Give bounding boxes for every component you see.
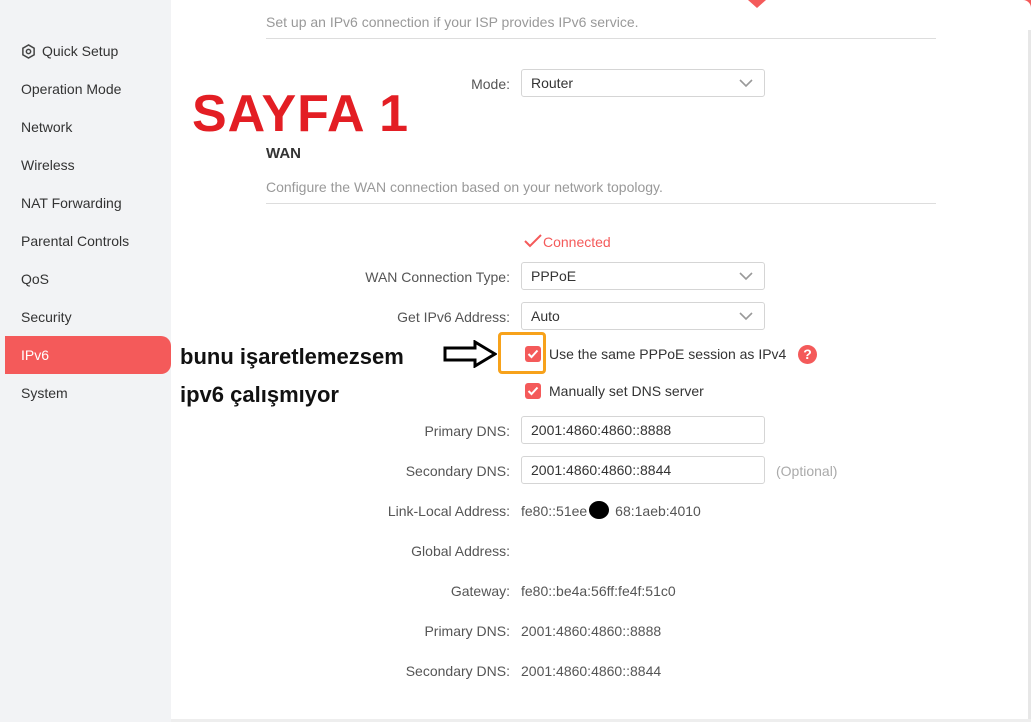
connection-status-text: Connected [543,234,611,250]
chevron-down-icon [739,272,753,281]
optional-hint: (Optional) [776,463,838,479]
mode-select[interactable]: Router [521,69,765,97]
get-ipv6-address-value: Auto [531,308,560,324]
link-local-part-b: 68:1aeb:4010 [615,503,701,519]
check-icon [524,234,542,248]
ipv6-description: Set up an IPv6 connection if your ISP pr… [266,14,639,30]
status-secondary-dns-label: Secondary DNS: [405,663,510,679]
connection-status: Connected [523,234,611,250]
wan-description: Configure the WAN connection based on yo… [266,179,663,195]
sidebar-item-operation-mode[interactable]: Operation Mode [5,70,171,108]
redaction-blot [589,501,609,519]
annotation-note-line1: bunu işaretlemezsem [180,344,404,369]
link-local-address-value: fe80::51ee 68:1aeb:4010 [521,503,701,519]
wan-connection-type-value: PPPoE [531,268,577,284]
status-secondary-dns-value: 2001:4860:4860::8844 [521,663,662,679]
annotation-note-line2: ipv6 çalışmıyor [180,382,339,407]
menu-pointer-notch [748,0,766,8]
manual-dns-label: Manually set DNS server [549,383,704,399]
sidebar-item-parental-controls[interactable]: Parental Controls [5,222,171,260]
wan-connection-type-select[interactable]: PPPoE [521,262,765,290]
sidebar-item-qos[interactable]: QoS [5,260,171,298]
primary-dns-input[interactable] [521,416,765,444]
annotation-highlight-box [498,332,546,374]
sidebar: Quick Setup Operation Mode Network Wirel… [0,0,171,722]
sidebar-item-network[interactable]: Network [5,108,171,146]
sidebar-item-ipv6[interactable]: IPv6 [5,336,171,374]
wan-divider [266,203,936,204]
sidebar-item-nat-forwarding[interactable]: NAT Forwarding [5,184,171,222]
link-local-address-label: Link-Local Address: [387,503,510,519]
status-primary-dns-label: Primary DNS: [424,623,510,639]
checkmark-icon [527,386,539,396]
annotation-title: SAYFA 1 [192,85,410,143]
chevron-down-icon [739,312,753,321]
sidebar-item-system[interactable]: System [5,374,171,412]
sidebar-item-security[interactable]: Security [5,298,171,336]
wan-connection-type-label: WAN Connection Type: [365,269,510,285]
wan-section-title: WAN [266,145,301,162]
sidebar-item-wireless[interactable]: Wireless [5,146,171,184]
help-icon[interactable]: ? [798,345,817,364]
status-primary-dns-value: 2001:4860:4860::8888 [521,623,662,639]
manual-dns-checkbox[interactable] [525,383,541,399]
gateway-label: Gateway: [450,583,510,599]
chevron-down-icon [739,79,753,88]
secondary-dns-label: Secondary DNS: [405,463,510,479]
secondary-dns-input[interactable] [521,456,765,484]
content-top-cover [171,0,1031,8]
gateway-value: fe80::be4a:56ff:fe4f:51c0 [521,583,676,599]
section-divider [266,38,936,39]
gear-icon [21,35,36,59]
primary-dns-label: Primary DNS: [424,423,510,439]
mode-select-value: Router [531,75,574,91]
sidebar-item-quick-setup[interactable]: Quick Setup [5,32,171,70]
annotation-arrow-icon [443,340,497,368]
global-address-label: Global Address: [411,543,510,559]
sidebar-item-label: Quick Setup [42,43,119,59]
get-ipv6-address-label: Get IPv6 Address: [397,309,510,325]
link-local-part-a: fe80::51ee [521,503,588,519]
get-ipv6-address-select[interactable]: Auto [521,302,765,330]
same-pppoe-session-label: Use the same PPPoE session as IPv4 [549,346,787,362]
